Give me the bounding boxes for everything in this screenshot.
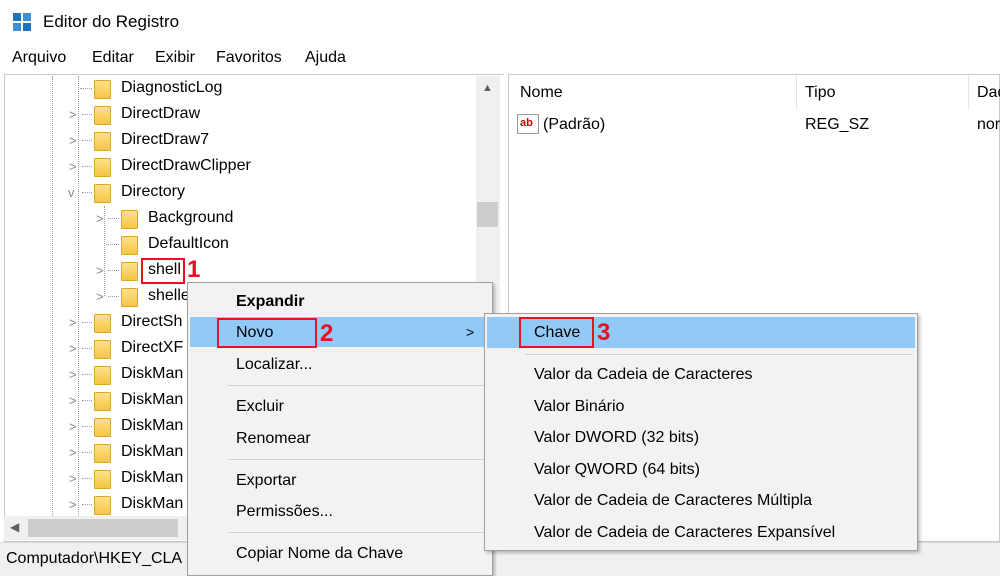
annotation-box-chave: [519, 317, 594, 348]
submenu-novo: Chave Valor da Cadeia de Caracteres Valo…: [484, 313, 918, 551]
expand-chevron-icon[interactable]: >: [96, 289, 104, 304]
folder-icon: [94, 418, 111, 437]
ctx-menu-localizar[interactable]: Localizar...: [236, 356, 312, 374]
tree-item-directory[interactable]: v Directory: [0, 180, 476, 206]
value-data: nor: [977, 116, 1000, 133]
tree-item-diskman[interactable]: > DiskMan: [0, 414, 186, 440]
tree-item-diagnosticlog[interactable]: DiagnosticLog: [0, 76, 476, 102]
registry-editor-icon: [13, 13, 31, 31]
menu-separator: [228, 385, 488, 386]
submenu-valor-qword[interactable]: Valor QWORD (64 bits): [534, 461, 700, 479]
ctx-menu-renomear[interactable]: Renomear: [236, 430, 311, 448]
expand-chevron-icon[interactable]: >: [69, 315, 77, 330]
folder-icon: [94, 132, 111, 151]
expand-chevron-icon[interactable]: >: [69, 341, 77, 356]
ctx-menu-excluir[interactable]: Excluir: [236, 398, 284, 416]
annotation-number-1: 1: [187, 256, 201, 283]
folder-icon: [94, 366, 111, 385]
expand-chevron-icon[interactable]: >: [69, 497, 77, 512]
submenu-chevron-right-icon: >: [466, 324, 475, 340]
tree-item-diskman[interactable]: > DiskMan: [0, 388, 186, 414]
expand-chevron-icon[interactable]: >: [69, 133, 77, 148]
tree-item-diskman[interactable]: > DiskMan: [0, 466, 186, 492]
expand-chevron-icon[interactable]: >: [69, 367, 77, 382]
menu-bar: Arquivo Editar Exibir Favoritos Ajuda: [0, 46, 1000, 72]
collapse-chevron-icon[interactable]: v: [68, 185, 75, 200]
tree-item-directdrawclipper[interactable]: > DirectDrawClipper: [0, 154, 476, 180]
tree-item-directsh[interactable]: > DirectSh: [0, 310, 186, 336]
tree-item-diskman[interactable]: > DiskMan: [0, 440, 186, 466]
folder-icon: [94, 392, 111, 411]
folder-icon: [94, 340, 111, 359]
folder-icon: [121, 262, 138, 281]
submenu-valor-cadeia[interactable]: Valor da Cadeia de Caracteres: [534, 366, 753, 384]
string-value-icon: ab: [517, 114, 539, 134]
folder-icon: [121, 236, 138, 255]
annotation-box-shell: [141, 258, 185, 284]
title-bar: Editor do Registro: [0, 0, 1000, 44]
column-header-dados[interactable]: Dad: [977, 84, 1000, 102]
folder-icon: [94, 158, 111, 177]
annotation-number-2: 2: [320, 320, 334, 347]
tree-item-shell[interactable]: > shell: [0, 258, 476, 284]
tree-item-directdraw7[interactable]: > DirectDraw7: [0, 128, 476, 154]
tree-item-diskman[interactable]: > DiskMan: [0, 492, 186, 518]
tree-item-directdraw[interactable]: > DirectDraw: [0, 102, 476, 128]
tree-item-directxf[interactable]: > DirectXF: [0, 336, 186, 362]
menu-ajuda[interactable]: Ajuda: [305, 49, 346, 67]
submenu-valor-binario[interactable]: Valor Binário: [534, 398, 624, 416]
expand-chevron-icon[interactable]: >: [69, 393, 77, 408]
folder-icon: [121, 288, 138, 307]
tree-item-shellex[interactable]: > shelle: [0, 284, 190, 310]
ctx-menu-expandir[interactable]: Expandir: [236, 293, 304, 311]
annotation-number-3: 3: [597, 319, 611, 346]
menu-arquivo[interactable]: Arquivo: [12, 49, 66, 67]
annotation-box-novo: [217, 318, 317, 348]
submenu-valor-expansivel[interactable]: Valor de Cadeia de Caracteres Expansível: [534, 524, 835, 542]
tree-item-diskman[interactable]: > DiskMan: [0, 362, 186, 388]
menu-favoritos[interactable]: Favoritos: [216, 49, 282, 67]
status-path: Computador\HKEY_CLA: [6, 550, 183, 567]
expand-chevron-icon[interactable]: >: [69, 471, 77, 486]
expand-chevron-icon[interactable]: >: [69, 107, 77, 122]
column-separator[interactable]: [796, 76, 797, 110]
scroll-left-arrow-icon[interactable]: ◀: [10, 520, 19, 534]
folder-icon: [94, 184, 111, 203]
submenu-valor-multipla[interactable]: Valor de Cadeia de Caracteres Múltipla: [534, 492, 812, 510]
folder-icon: [94, 470, 111, 489]
folder-icon: [94, 444, 111, 463]
menu-editar[interactable]: Editar: [92, 49, 134, 67]
expand-chevron-icon[interactable]: >: [96, 263, 104, 278]
expand-chevron-icon[interactable]: >: [69, 445, 77, 460]
tree-horizontal-scroll-thumb[interactable]: [28, 519, 178, 537]
folder-icon: [121, 210, 138, 229]
folder-icon: [94, 314, 111, 333]
folder-icon: [94, 80, 111, 99]
folder-icon: [94, 496, 111, 515]
tree-item-background[interactable]: > Background: [0, 206, 476, 232]
ctx-menu-permissoes[interactable]: Permissões...: [236, 503, 333, 521]
value-type: REG_SZ: [805, 116, 870, 133]
column-header-tipo[interactable]: Tipo: [805, 84, 836, 102]
menu-separator: [228, 532, 488, 533]
menu-exibir[interactable]: Exibir: [155, 49, 195, 67]
folder-icon: [94, 106, 111, 125]
menu-separator: [228, 459, 488, 460]
value-name-padrao[interactable]: (Padrão): [543, 116, 605, 134]
expand-chevron-icon[interactable]: >: [69, 159, 77, 174]
column-header-nome[interactable]: Nome: [520, 84, 563, 102]
ctx-menu-copiar-nome[interactable]: Copiar Nome da Chave: [236, 545, 403, 563]
ctx-menu-exportar[interactable]: Exportar: [236, 472, 296, 490]
window-title: Editor do Registro: [43, 12, 180, 31]
submenu-valor-dword[interactable]: Valor DWORD (32 bits): [534, 429, 699, 447]
tree-item-defaulticon[interactable]: DefaultIcon: [0, 232, 476, 258]
scroll-up-arrow-icon[interactable]: ▲: [482, 82, 493, 94]
expand-chevron-icon[interactable]: >: [69, 419, 77, 434]
column-separator[interactable]: [968, 76, 969, 110]
menu-separator: [525, 354, 913, 355]
tree-vertical-scroll-thumb[interactable]: [477, 202, 498, 227]
expand-chevron-icon[interactable]: >: [96, 211, 104, 226]
